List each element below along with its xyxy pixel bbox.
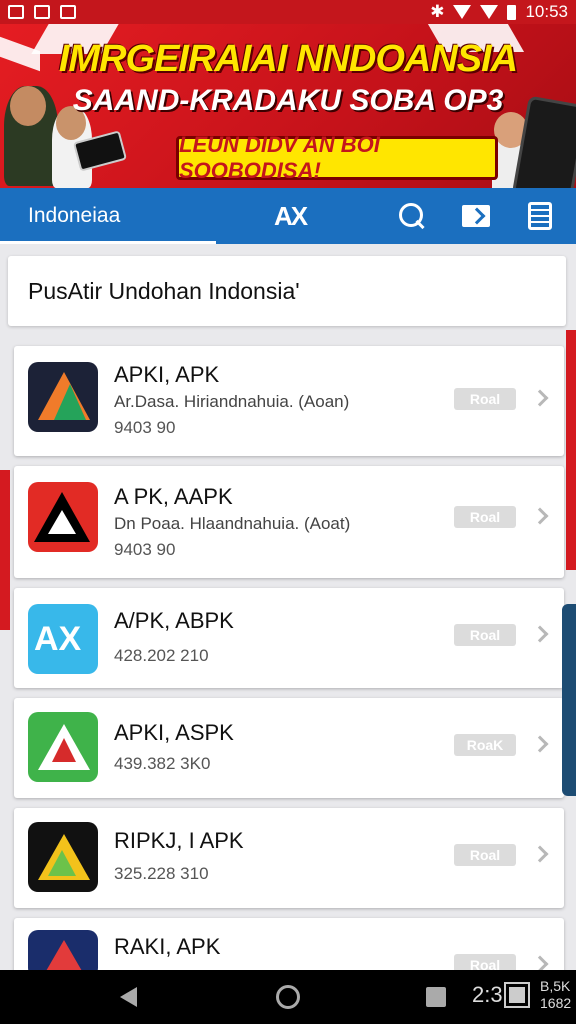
signal-icon: [480, 5, 499, 19]
app-icon: [28, 822, 98, 892]
section-header-card: PusAtir Undohan Indonsia': [8, 256, 566, 326]
list-item[interactable]: APKI, APK Ar.Dasa. Hiriandnahuia. (Aoan)…: [14, 346, 564, 456]
system-tiny-text: B,5K 1682: [540, 978, 571, 1012]
system-navigation-bar: 2:3 B,5K 1682: [0, 970, 576, 1024]
mail-icon[interactable]: [462, 202, 490, 230]
app-name: APKI, APK: [114, 362, 220, 387]
list-item[interactable]: APKI, ASPK 439.382 3K0 RoaK: [14, 698, 564, 798]
tab-label: Indoneiaa: [28, 204, 121, 227]
recent-apps-icon[interactable]: [426, 987, 446, 1007]
app-icon: [28, 482, 98, 552]
app-name: A/PK, ABPK: [114, 608, 234, 633]
chevron-right-icon: [531, 845, 549, 863]
menu-icon[interactable]: [526, 202, 554, 230]
app-meta: 428.202 210: [114, 646, 209, 665]
wifi-icon: [453, 5, 472, 19]
status-left: [8, 5, 76, 19]
app-icon: [28, 362, 98, 432]
section-title: PusAtir Undohan Indonsia': [28, 277, 300, 304]
app-meta: 9403 90: [114, 418, 176, 437]
search-icon[interactable]: [398, 202, 426, 230]
back-icon[interactable]: [120, 987, 137, 1007]
tab-indicator: [0, 241, 216, 244]
chevron-right-icon: [531, 507, 549, 525]
banner-title: IMRGEIRAIAI NNDOANSIA: [58, 38, 518, 80]
app-action-button[interactable]: Roal: [454, 844, 516, 866]
top-nav: Indoneiaa AX: [0, 188, 576, 244]
chevron-right-icon: [531, 625, 549, 643]
background-decoration: [566, 330, 576, 570]
status-right: ✱ 10:53: [430, 2, 568, 22]
app-action-button[interactable]: Roal: [454, 624, 516, 646]
banner-cta-button[interactable]: LEUN DIDV AN BOI SOOBODISA!: [176, 132, 498, 183]
banner-subtitle: SAAND-KRADAKU SOBA OP3: [72, 84, 504, 117]
app-meta: 9403 90: [114, 540, 176, 559]
logo-text: AX: [274, 201, 308, 231]
system-status-text: 2:3: [472, 982, 503, 1007]
app-description: Dn Poaa. Hlaandnahuia. (Aoat): [114, 514, 351, 533]
system-tiny-line: B,5K: [540, 978, 571, 994]
mail-icon: [60, 5, 76, 19]
app-logo[interactable]: AX: [274, 201, 308, 232]
app-action-button[interactable]: Roal: [454, 506, 516, 528]
system-tiny-line: 1682: [540, 995, 572, 1011]
status-time: 10:53: [525, 2, 568, 21]
app-meta: 325.228 310: [114, 864, 209, 883]
qr-icon[interactable]: [504, 982, 530, 1008]
chevron-right-icon: [531, 735, 549, 753]
bluetooth-icon: ✱: [430, 2, 445, 21]
app-meta: 439.382 3K0: [114, 754, 211, 773]
app-description: Ar.Dasa. Hiriandnahuia. (Aoan): [114, 392, 350, 411]
list-item[interactable]: AX A/PK, ABPK 428.202 210 Roal: [14, 588, 564, 688]
home-icon[interactable]: [276, 985, 300, 1009]
promo-banner[interactable]: IMRGEIRAIAI NNDOANSIA SAAND-KRADAKU SOBA…: [0, 24, 576, 188]
app-name: RIPKJ, I APK: [114, 828, 244, 853]
background-decoration: [0, 470, 10, 630]
chevron-right-icon: [531, 389, 549, 407]
status-bar: ✱ 10:53: [0, 0, 576, 24]
app-action-button[interactable]: RoaK: [454, 734, 516, 756]
app-name: A PK, AAPK: [114, 484, 233, 509]
app-name: RAKI, APK: [114, 934, 221, 959]
notification-icon: [8, 5, 24, 19]
app-name: APKI, ASPK: [114, 720, 234, 745]
battery-icon: [507, 4, 517, 20]
app-icon: [28, 712, 98, 782]
floating-side-tab[interactable]: [562, 604, 576, 796]
app-icon: AX: [28, 604, 98, 674]
tab-indonesia[interactable]: Indoneiaa: [0, 188, 216, 244]
list-item[interactable]: RAKI, APK Roal: [14, 918, 564, 978]
photo-icon: [34, 5, 50, 19]
list-item[interactable]: RIPKJ, I APK 325.228 310 Roal: [14, 808, 564, 908]
list-item[interactable]: A PK, AAPK Dn Poaa. Hlaandnahuia. (Aoat)…: [14, 466, 564, 578]
app-action-button[interactable]: Roal: [454, 388, 516, 410]
